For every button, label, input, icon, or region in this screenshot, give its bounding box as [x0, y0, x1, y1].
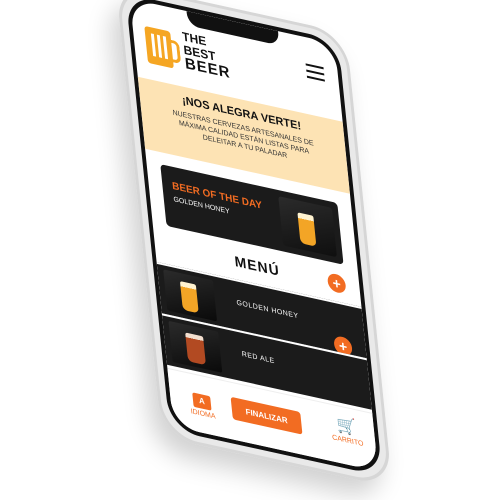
hamburger-icon[interactable] — [305, 63, 325, 82]
beer-glass-image — [179, 281, 199, 314]
menu-item-image — [163, 269, 218, 322]
menu-add-button[interactable]: + — [326, 272, 347, 295]
botd-beer-image — [278, 196, 337, 258]
mockup-scene: THE BEST BEER ¡NOS ALEGRA VERTE! NUESTRA… — [0, 0, 500, 500]
phone-bezel: THE BEST BEER ¡NOS ALEGRA VERTE! NUESTRA… — [125, 0, 383, 477]
menu-item-name: RED ALE — [241, 350, 276, 366]
botd-titles: BEER OF THE DAY GOLDEN HONEY — [172, 181, 264, 223]
beer-glass-image — [185, 332, 206, 366]
brand-name: THE BEST BEER — [182, 29, 232, 82]
cart-button[interactable]: 🛒 CARRITO — [326, 414, 368, 449]
beer-glass-image — [297, 212, 317, 247]
language-selector[interactable]: A IDIOMA — [181, 386, 224, 423]
beer-mug-icon — [144, 25, 174, 69]
menu-item-image — [168, 320, 223, 373]
menu-item-name: GOLDEN HONEY — [236, 299, 300, 321]
phone-frame: THE BEST BEER ¡NOS ALEGRA VERTE! NUESTRA… — [115, 0, 393, 488]
translate-icon: A — [192, 392, 212, 411]
app-screen: THE BEST BEER ¡NOS ALEGRA VERTE! NUESTRA… — [129, 0, 379, 472]
finalize-button[interactable]: FINALIZAR — [230, 396, 303, 435]
